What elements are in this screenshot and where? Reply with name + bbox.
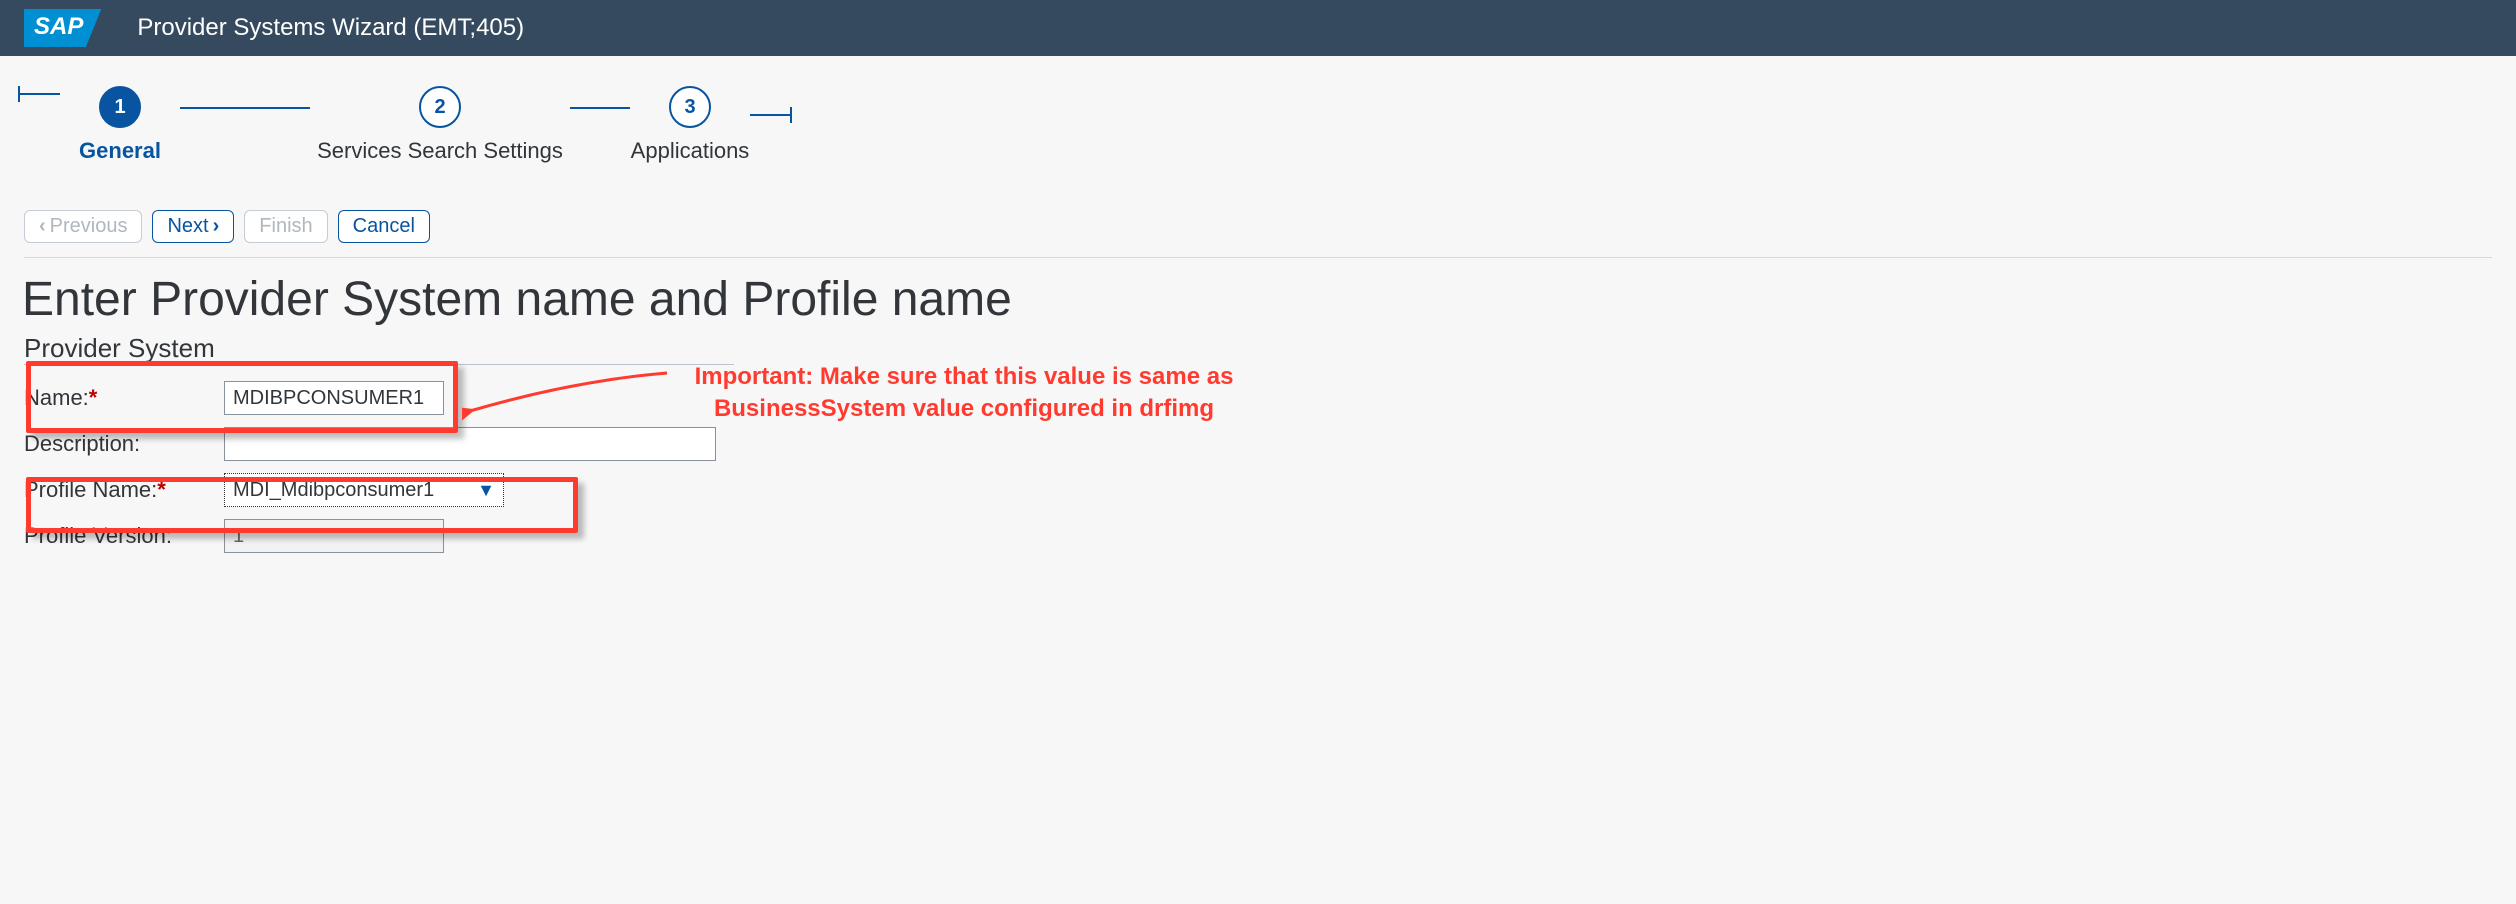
wizard-step-applications[interactable]: 3 Applications xyxy=(630,86,750,164)
finish-button: Finish xyxy=(244,210,327,243)
wizard-step-label: Services Search Settings xyxy=(317,138,563,164)
wizard-step-number: 3 xyxy=(669,86,711,128)
chevron-right-icon: › xyxy=(213,215,220,238)
sap-logo: SAP xyxy=(24,9,101,47)
wizard-step-general[interactable]: 1 General xyxy=(60,86,180,164)
description-input[interactable] xyxy=(224,427,716,461)
previous-button: ‹ Previous xyxy=(24,210,142,243)
profile-version-value: 1 xyxy=(224,519,444,553)
header-title: Provider Systems Wizard (EMT;405) xyxy=(137,14,524,42)
next-button[interactable]: Next › xyxy=(152,210,234,243)
profile-name-value: MDI_Mdibpconsumer1 xyxy=(233,479,434,502)
annotation-text: Important: Make sure that this value is … xyxy=(664,361,1264,426)
wizard-step-number: 1 xyxy=(99,86,141,128)
profile-name-dropdown[interactable]: MDI_Mdibpconsumer1 ▼ xyxy=(224,473,504,507)
annotation-line2: BusinessSystem value configured in drfim… xyxy=(664,393,1264,425)
description-label: Description: xyxy=(24,421,224,467)
finish-label: Finish xyxy=(259,215,312,238)
wizard-progress: 1 General 2 Services Search Settings 3 A… xyxy=(18,56,2492,190)
name-label: Name:* xyxy=(24,375,224,421)
cancel-label: Cancel xyxy=(353,215,415,238)
chevron-left-icon: ‹ xyxy=(39,215,46,238)
wizard-toolbar: ‹ Previous Next › Finish Cancel xyxy=(24,196,2492,258)
provider-system-form: Important: Make sure that this value is … xyxy=(24,375,2492,559)
name-input[interactable] xyxy=(224,381,444,415)
app-header: SAP Provider Systems Wizard (EMT;405) xyxy=(0,0,2516,56)
wizard-step-number: 2 xyxy=(419,86,461,128)
wizard-step-label: Applications xyxy=(631,138,750,164)
annotation-line1: Important: Make sure that this value is … xyxy=(664,361,1264,393)
wizard-step-label: General xyxy=(79,138,161,164)
profile-version-label: Profile Version: xyxy=(24,513,224,559)
page-title: Enter Provider System name and Profile n… xyxy=(22,272,2492,327)
profile-name-label: Profile Name:* xyxy=(24,467,224,513)
next-label: Next xyxy=(167,215,208,238)
cancel-button[interactable]: Cancel xyxy=(338,210,430,243)
previous-label: Previous xyxy=(50,215,128,238)
section-title: Provider System xyxy=(24,333,734,365)
chevron-down-icon: ▼ xyxy=(477,480,495,501)
wizard-step-services[interactable]: 2 Services Search Settings xyxy=(310,86,570,164)
